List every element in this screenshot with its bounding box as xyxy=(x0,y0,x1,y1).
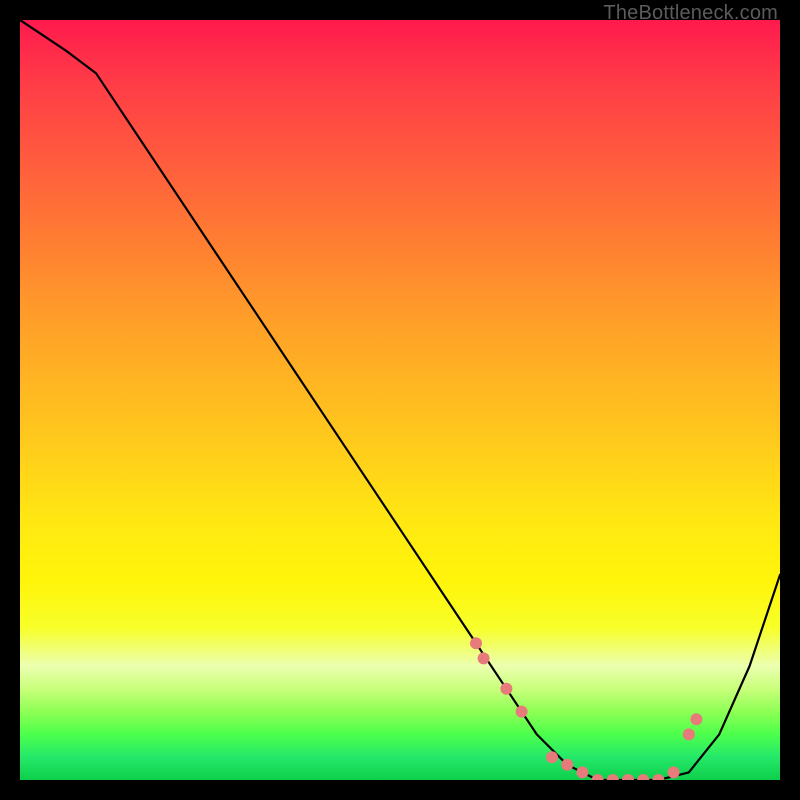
plot-area xyxy=(20,20,780,780)
marker-dot xyxy=(668,766,680,778)
curve-svg xyxy=(20,20,780,780)
marker-dot xyxy=(652,774,664,780)
marker-dot xyxy=(592,774,604,780)
chart-frame: TheBottleneck.com xyxy=(0,0,800,800)
marker-dot xyxy=(622,774,634,780)
marker-dot xyxy=(576,766,588,778)
marker-dot xyxy=(516,706,528,718)
marker-dot xyxy=(683,728,695,740)
marker-group xyxy=(470,637,702,780)
marker-dot xyxy=(607,774,619,780)
marker-dot xyxy=(470,637,482,649)
marker-dot xyxy=(500,683,512,695)
marker-dot xyxy=(637,774,649,780)
curve-path xyxy=(20,20,780,780)
marker-dot xyxy=(478,652,490,664)
marker-dot xyxy=(561,759,573,771)
marker-dot xyxy=(546,751,558,763)
marker-dot xyxy=(690,713,702,725)
